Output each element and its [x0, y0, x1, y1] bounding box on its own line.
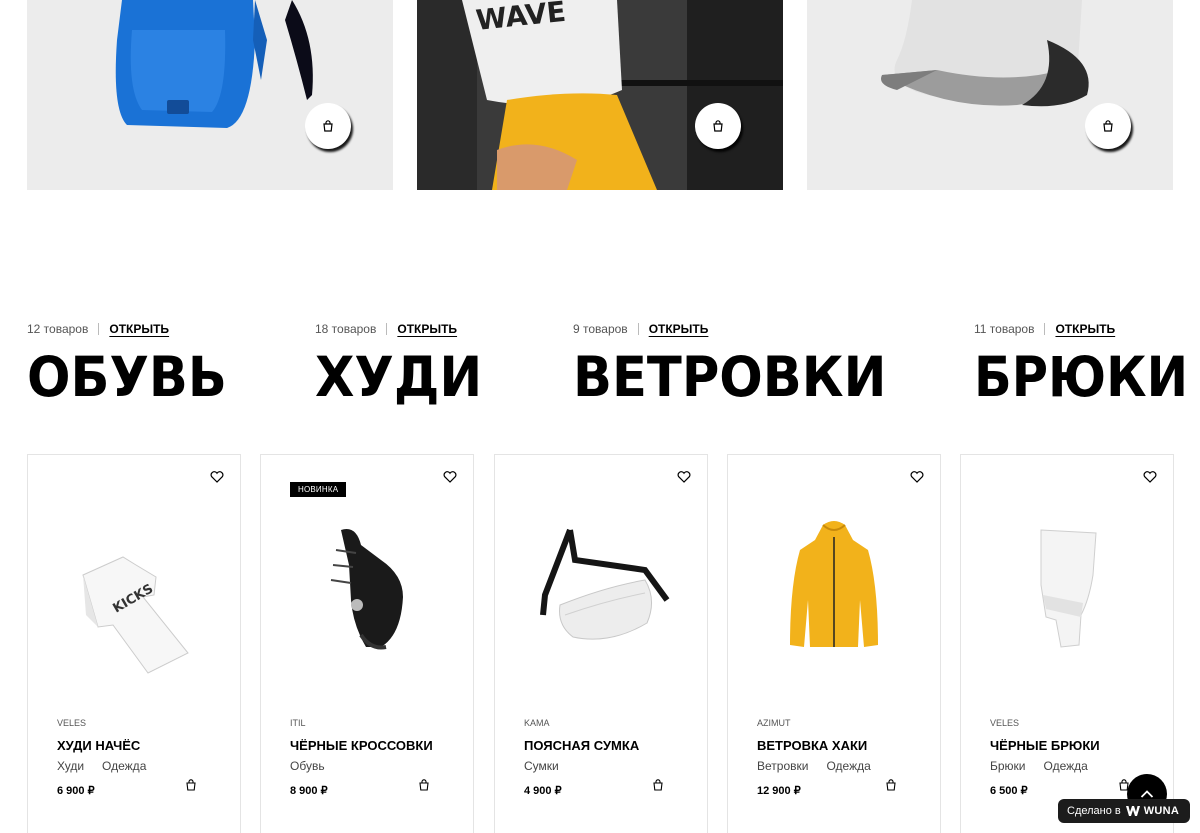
category-count: 18 товаров [315, 322, 377, 336]
backpack-image [115, 0, 313, 128]
product-brand: KAMA [524, 718, 550, 728]
product-tag[interactable]: Одежда [826, 759, 870, 773]
product-price: 12 900 ₽ [757, 785, 801, 797]
made-in-badge[interactable]: Сделано в WUNA [1058, 799, 1190, 823]
product-tag[interactable]: Ветровки [757, 759, 808, 773]
product-image [790, 521, 878, 647]
product-name[interactable]: ЧЁРНЫЕ КРОССОВКИ [290, 738, 433, 753]
shopping-bag-icon[interactable] [652, 779, 664, 791]
shopping-bag-icon [323, 120, 333, 132]
category-count: 11 товаров [974, 322, 1035, 336]
product-card[interactable]: AZIMUT ВЕТРОВКА ХАКИ Ветровки Одежда 12 … [727, 454, 941, 833]
category-open-link[interactable]: ОТКРЫТЬ [1055, 322, 1115, 336]
product-price: 4 900 ₽ [524, 785, 562, 797]
heart-icon[interactable] [1143, 471, 1157, 483]
product-image [330, 529, 403, 650]
category-meta: 12 товаров ОТКРЫТЬ [27, 322, 242, 336]
divider [1044, 323, 1046, 335]
banner-backpack[interactable] [27, 0, 393, 190]
heart-icon[interactable] [677, 471, 691, 483]
shopping-bag-icon [713, 120, 723, 132]
category-meta: 18 товаров ОТКРЫТЬ [315, 322, 495, 336]
product-card[interactable]: KICKS VELES ХУДИ НАЧЁС Худи Одежда 6 900… [27, 454, 241, 833]
heart-icon[interactable] [210, 471, 224, 483]
category-open-link[interactable]: ОТКРЫТЬ [109, 322, 169, 336]
product-tag[interactable]: Сумки [524, 759, 559, 773]
made-in-brand: WUNA [1143, 805, 1180, 817]
category-shoes: 12 товаров ОТКРЫТЬ ОБУВЬ [27, 322, 242, 405]
cap-image [881, 0, 1089, 107]
divider [386, 323, 388, 335]
category-count: 12 товаров [27, 322, 89, 336]
heart-icon[interactable] [443, 471, 457, 483]
chevron-up-icon [1140, 790, 1154, 798]
made-in-label: Сделано в [1067, 805, 1121, 817]
category-windbreakers: 9 товаров ОТКРЫТЬ ВЕТРОВКИ [573, 322, 910, 405]
product-image [540, 528, 670, 640]
shopping-bag-icon[interactable] [418, 779, 430, 791]
product-card[interactable]: KAMA ПОЯСНАЯ СУМКА Сумки 4 900 ₽ [494, 454, 708, 833]
product-tag[interactable]: Обувь [290, 759, 325, 773]
banner-model[interactable]: WAVE [417, 0, 783, 190]
add-to-cart-button[interactable] [1085, 103, 1131, 149]
shopping-bag-icon[interactable] [885, 779, 897, 791]
category-title[interactable]: ВЕТРОВКИ [573, 350, 886, 405]
product-tag[interactable]: Одежда [1044, 759, 1088, 773]
category-meta: 9 товаров ОТКРЫТЬ [573, 322, 910, 336]
product-tags: Сумки [524, 759, 559, 773]
category-meta: 11 товаров ОТКРЫТЬ [974, 322, 1200, 336]
banner-cap[interactable] [807, 0, 1173, 190]
category-open-link[interactable]: ОТКРЫТЬ [397, 322, 457, 336]
add-to-cart-button[interactable] [695, 103, 741, 149]
divider [637, 323, 639, 335]
add-to-cart-button[interactable] [305, 103, 351, 149]
product-brand: AZIMUT [757, 718, 791, 728]
category-title[interactable]: ХУДИ [315, 350, 482, 405]
product-tags: Худи Одежда [57, 759, 146, 773]
product-tags: Брюки Одежда [990, 759, 1088, 773]
product-name[interactable]: ХУДИ НАЧЁС [57, 738, 140, 753]
product-name[interactable]: ВЕТРОВКА ХАКИ [757, 738, 867, 753]
product-tags: Ветровки Одежда [757, 759, 871, 773]
product-brand: VELES [57, 718, 87, 728]
product-brand: VELES [990, 718, 1020, 728]
product-tags: Обувь [290, 759, 325, 773]
model-image: WAVE [417, 0, 783, 190]
category-title[interactable]: БРЮКИ [974, 350, 1188, 405]
product-card[interactable]: НОВИНКА ITIL ЧЁРНЫЕ КРОССОВКИ Обувь 8 90… [260, 454, 474, 833]
product-tag[interactable]: Брюки [990, 759, 1026, 773]
category-hoodies: 18 товаров ОТКРЫТЬ ХУДИ [315, 322, 495, 405]
product-brand: ITIL [290, 718, 306, 728]
new-badge: НОВИНКА [290, 482, 347, 497]
product-price: 8 900 ₽ [290, 785, 328, 797]
shopping-bag-icon[interactable] [185, 779, 197, 791]
category-pants: 11 товаров ОТКРЫТЬ БРЮКИ [974, 322, 1200, 405]
product-name[interactable]: ПОЯСНАЯ СУМКА [524, 738, 639, 753]
heart-icon[interactable] [910, 471, 924, 483]
product-price: 6 500 ₽ [990, 785, 1028, 797]
divider [98, 323, 100, 335]
product-name[interactable]: ЧЁРНЫЕ БРЮКИ [990, 738, 1100, 753]
product-image [1040, 529, 1097, 648]
product-tag[interactable]: Одежда [102, 759, 146, 773]
product-tag[interactable]: Худи [57, 759, 84, 773]
category-open-link[interactable]: ОТКРЫТЬ [649, 322, 709, 336]
product-image: KICKS [82, 556, 189, 674]
shopping-bag-icon [1103, 120, 1113, 132]
category-count: 9 товаров [573, 322, 628, 336]
product-price: 6 900 ₽ [57, 785, 95, 797]
wuna-logo-icon [1125, 806, 1140, 816]
category-title[interactable]: ОБУВЬ [27, 350, 227, 405]
